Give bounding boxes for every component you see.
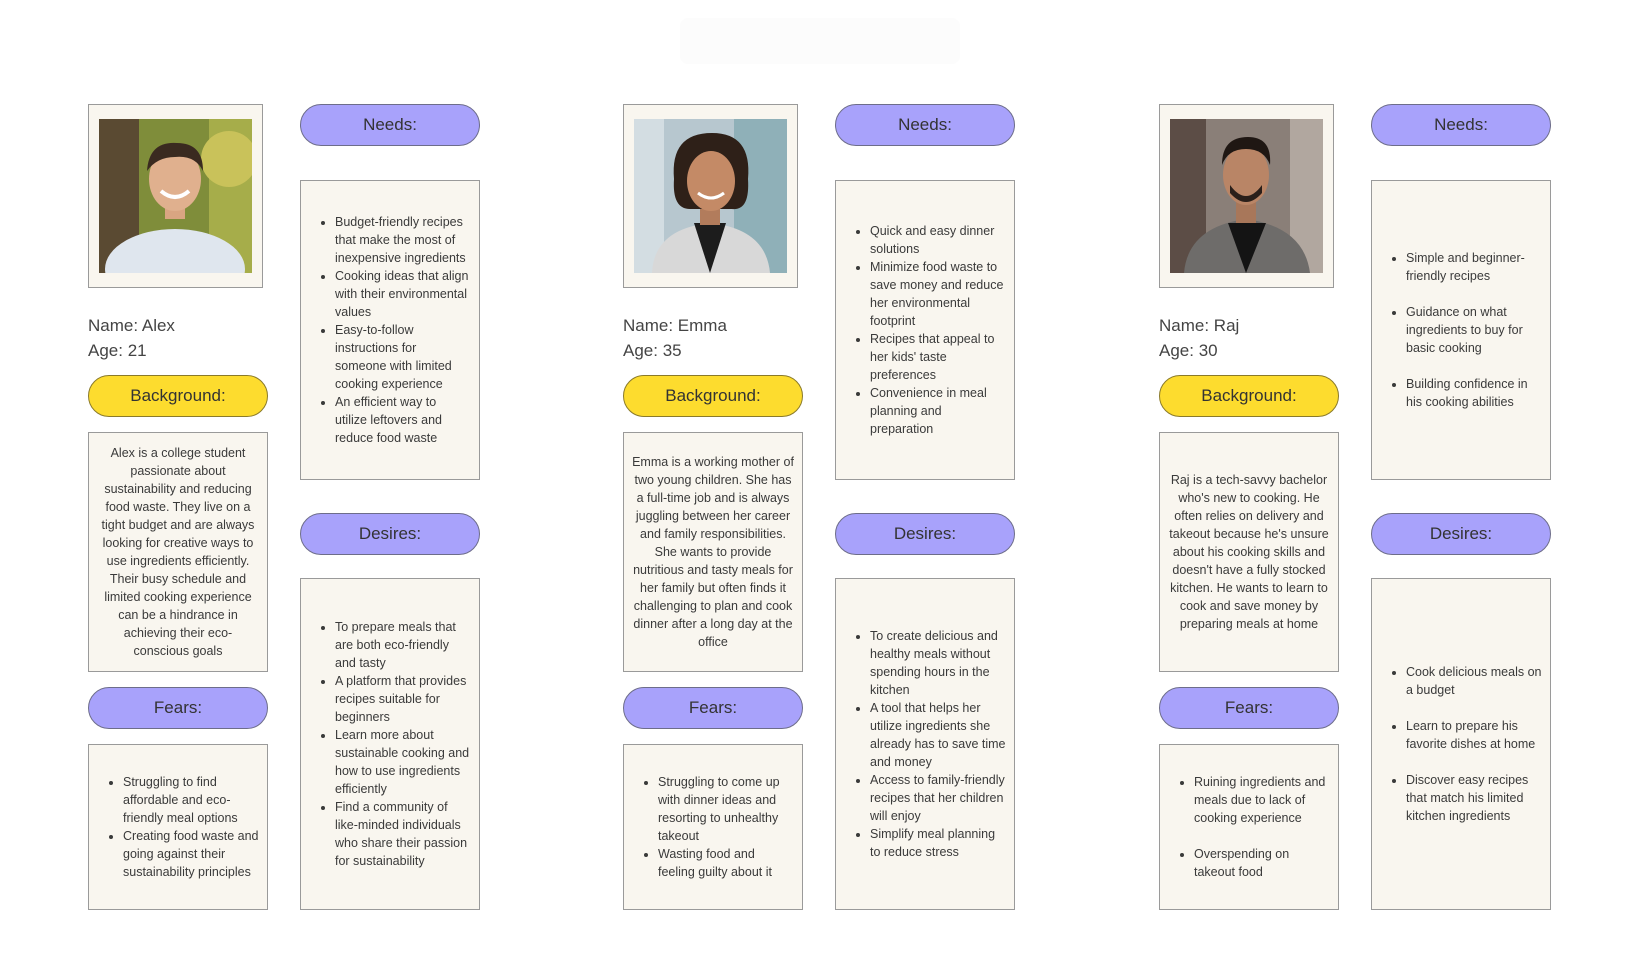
list-item: Building confidence in his cooking abili… (1406, 375, 1542, 411)
list-item: Guidance on what ingredients to buy for … (1406, 303, 1542, 357)
persona-card-raj: Name: Raj Age: 30 Background: Raj is a t… (1159, 0, 1559, 979)
persona-name: Name: Raj (1159, 316, 1240, 335)
desires-label: Desires: (1371, 513, 1551, 555)
list-item: Convenience in meal planning and prepara… (870, 384, 1006, 438)
background-box: Emma is a working mother of two young ch… (623, 432, 803, 672)
persona-card-emma: Name: Emma Age: 35 Background: Emma is a… (623, 0, 1023, 979)
list-item: Struggling to find affordable and eco-fr… (123, 773, 259, 827)
list-item: Learn more about sustainable cooking and… (335, 726, 471, 798)
persona-name: Name: Emma (623, 316, 727, 335)
photo-frame (1159, 104, 1334, 288)
photo-frame (623, 104, 798, 288)
background-box: Alex is a college student passionate abo… (88, 432, 268, 672)
list-item: Ruining ingredients and meals due to lac… (1194, 773, 1330, 827)
list-item: Creating food waste and going against th… (123, 827, 259, 881)
list-item: Budget-friendly recipes that make the mo… (335, 213, 471, 267)
list-item: Quick and easy dinner solutions (870, 222, 1006, 258)
list-item: Recipes that appeal to her kids' taste p… (870, 330, 1006, 384)
list-item: Wasting food and feeling guilty about it (658, 845, 794, 881)
fears-label: Fears: (623, 687, 803, 729)
background-text: Emma is a working mother of two young ch… (632, 455, 794, 649)
list-item: To prepare meals that are both eco-frien… (335, 618, 471, 672)
photo-frame (88, 104, 263, 288)
list-item: Cooking ideas that align with their envi… (335, 267, 471, 321)
persona-name-age: Name: Emma Age: 35 (623, 313, 727, 363)
persona-name-age: Name: Raj Age: 30 (1159, 313, 1239, 363)
fears-box: Struggling to find affordable and eco-fr… (88, 744, 268, 910)
list-item: Cook delicious meals on a budget (1406, 663, 1542, 699)
persona-card-alex: Name: Alex Age: 21 Background: Alex is a… (88, 0, 488, 979)
desires-box: Cook delicious meals on a budget Learn t… (1371, 578, 1551, 910)
raj-portrait-image (1170, 119, 1323, 273)
list-item: Simplify meal planning to reduce stress (870, 825, 1006, 861)
fears-box: Ruining ingredients and meals due to lac… (1159, 744, 1339, 910)
background-label: Background: (88, 375, 268, 417)
persona-name: Name: Alex (88, 316, 175, 335)
needs-box: Quick and easy dinner solutions Minimize… (835, 180, 1015, 480)
fears-label: Fears: (1159, 687, 1339, 729)
desires-box: To create delicious and healthy meals wi… (835, 578, 1015, 910)
persona-name-age: Name: Alex Age: 21 (88, 313, 175, 363)
list-item: An efficient way to utilize leftovers an… (335, 393, 471, 447)
persona-age: Age: 30 (1159, 341, 1218, 360)
list-item: Easy-to-follow instructions for someone … (335, 321, 471, 393)
needs-label: Needs: (835, 104, 1015, 146)
background-box: Raj is a tech-savvy bachelor who's new t… (1159, 432, 1339, 672)
needs-box: Simple and beginner-friendly recipes Gui… (1371, 180, 1551, 480)
list-item: Access to family-friendly recipes that h… (870, 771, 1006, 825)
list-item: A platform that provides recipes suitabl… (335, 672, 471, 726)
alex-portrait-image (99, 119, 252, 273)
background-text: Raj is a tech-savvy bachelor who's new t… (1169, 473, 1329, 631)
desires-label: Desires: (300, 513, 480, 555)
fears-label: Fears: (88, 687, 268, 729)
desires-label: Desires: (835, 513, 1015, 555)
persona-age: Age: 35 (623, 341, 682, 360)
list-item: A tool that helps her utilize ingredient… (870, 699, 1006, 771)
needs-label: Needs: (300, 104, 480, 146)
list-item: Struggling to come up with dinner ideas … (658, 773, 794, 845)
list-item: Discover easy recipes that match his lim… (1406, 771, 1542, 825)
background-label: Background: (623, 375, 803, 417)
emma-portrait-image (634, 119, 787, 273)
list-item: Simple and beginner-friendly recipes (1406, 249, 1542, 285)
background-text: Alex is a college student passionate abo… (101, 446, 255, 658)
list-item: Minimize food waste to save money and re… (870, 258, 1006, 330)
list-item: Learn to prepare his favorite dishes at … (1406, 717, 1542, 753)
background-label: Background: (1159, 375, 1339, 417)
list-item: Overspending on takeout food (1194, 845, 1330, 881)
needs-label: Needs: (1371, 104, 1551, 146)
fears-box: Struggling to come up with dinner ideas … (623, 744, 803, 910)
list-item: Find a community of like-minded individu… (335, 798, 471, 870)
list-item: To create delicious and healthy meals wi… (870, 627, 1006, 699)
persona-age: Age: 21 (88, 341, 147, 360)
needs-box: Budget-friendly recipes that make the mo… (300, 180, 480, 480)
desires-box: To prepare meals that are both eco-frien… (300, 578, 480, 910)
